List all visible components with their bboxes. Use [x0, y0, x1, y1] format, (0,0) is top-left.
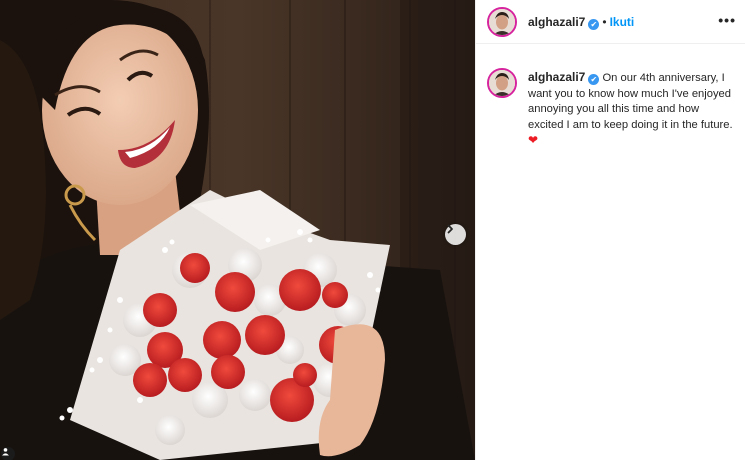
verified-badge-icon: ✔ — [588, 74, 600, 85]
avatar-image — [489, 70, 515, 96]
avatar-image — [489, 9, 515, 35]
more-options-icon[interactable]: ••• — [718, 13, 736, 27]
post-photo[interactable] — [0, 0, 475, 460]
follow-button[interactable]: Ikuti — [610, 15, 635, 29]
caption-avatar[interactable] — [487, 68, 517, 98]
post-header: alghazali7 ✔ • Ikuti ••• — [476, 0, 745, 44]
post-side-panel: alghazali7 ✔ • Ikuti ••• alghazali7 ✔ On our… — [475, 0, 745, 460]
tagged-users-button[interactable] — [1, 447, 15, 460]
next-photo-button[interactable] — [445, 224, 466, 245]
heart-emoji-icon: ❤ — [528, 133, 539, 148]
separator-dot: • — [602, 15, 607, 29]
user-tag-icon — [2, 448, 9, 456]
caption-username[interactable]: alghazali7 — [528, 70, 585, 84]
avatar[interactable] — [487, 7, 517, 37]
chevron-right-icon — [447, 224, 453, 234]
username[interactable]: alghazali7 — [528, 15, 585, 29]
caption-text: alghazali7 ✔ On our 4th anniversary, I wa… — [528, 70, 733, 150]
verified-badge-icon: ✔ — [588, 19, 600, 30]
header-line: alghazali7 ✔ • Ikuti — [528, 15, 634, 30]
photo-illustration — [0, 0, 475, 460]
